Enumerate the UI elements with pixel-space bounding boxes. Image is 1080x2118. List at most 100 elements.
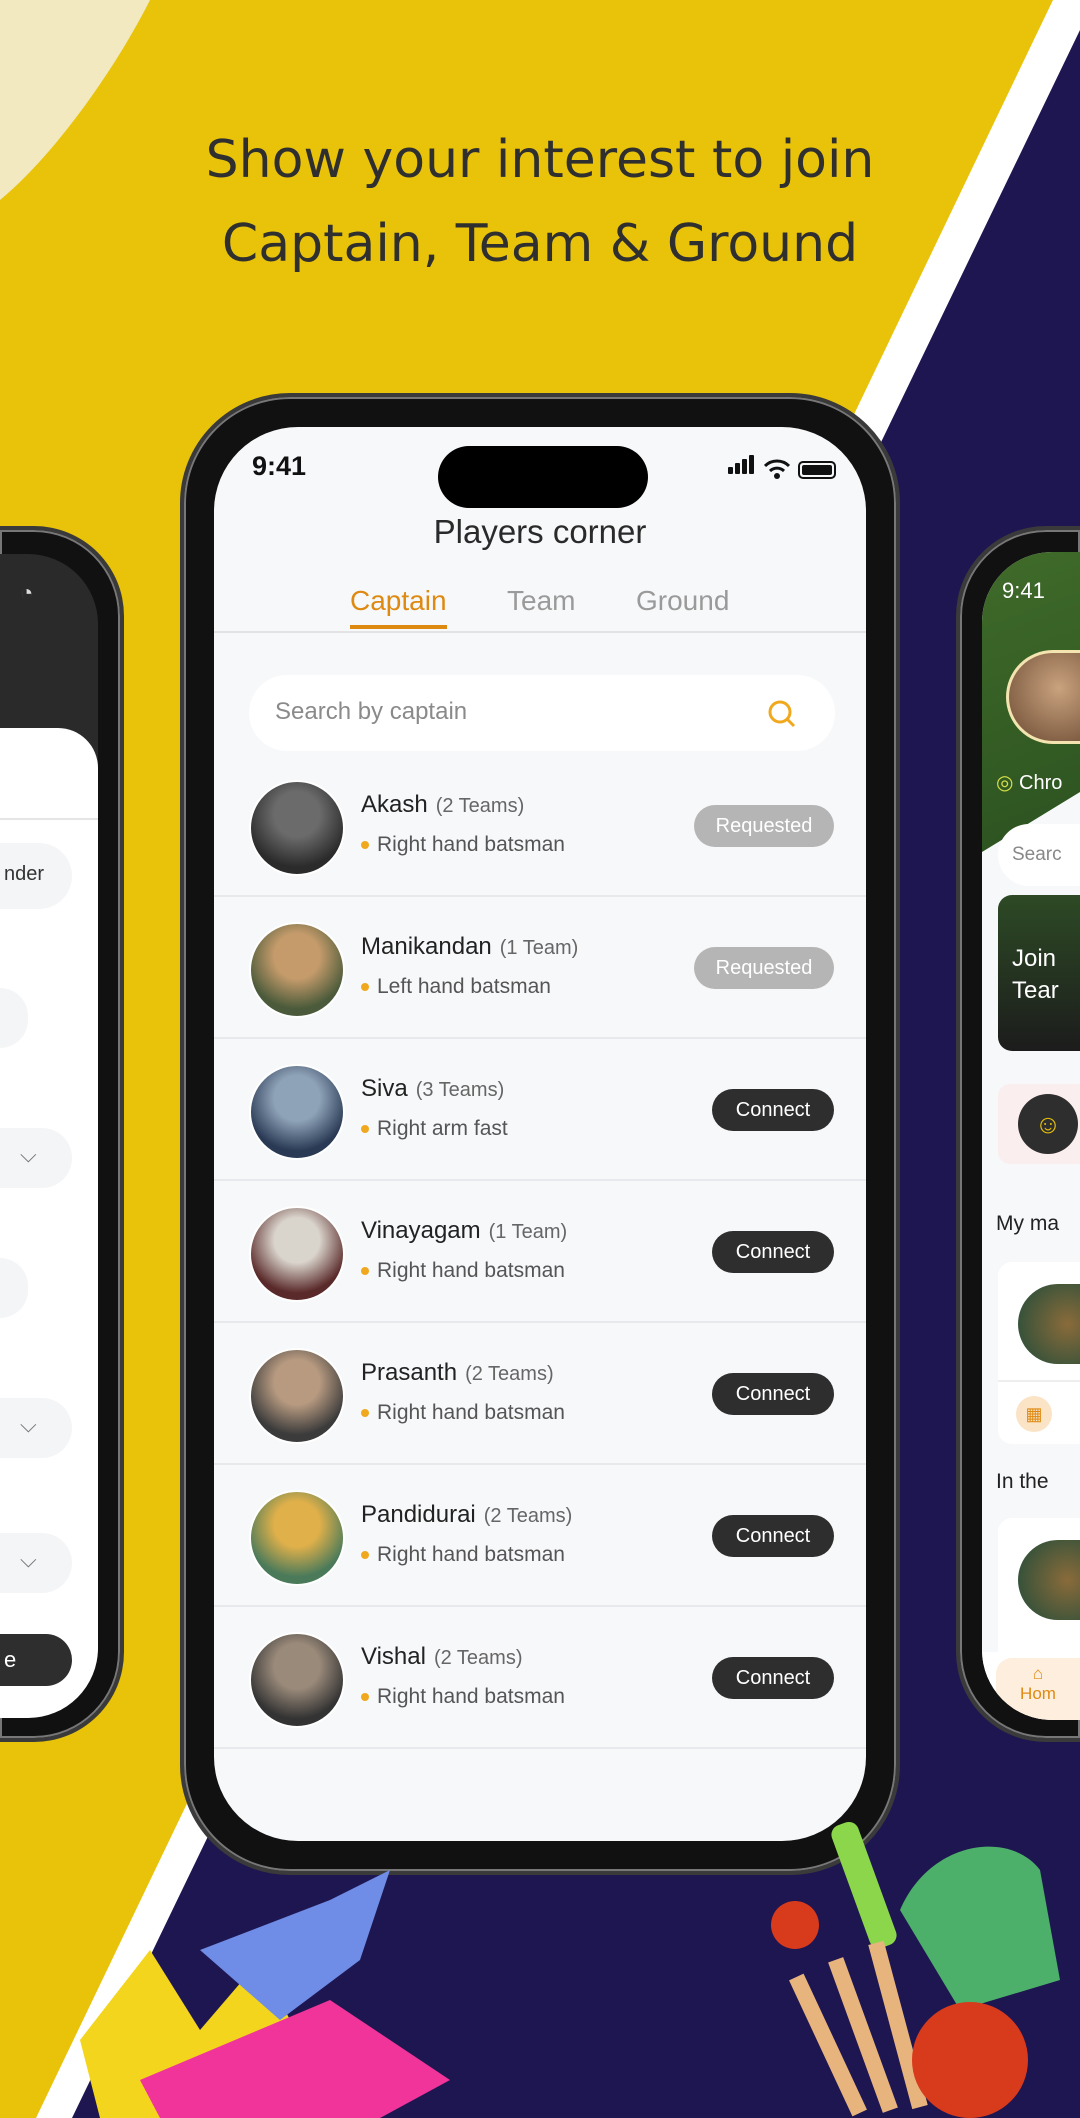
player-name-text: Vinayagam bbox=[361, 1217, 481, 1244]
player-name: Vishal (2 Teams) bbox=[361, 1643, 522, 1671]
player-name-text: Pandidurai bbox=[361, 1501, 476, 1528]
dot-icon bbox=[361, 1409, 369, 1418]
player-role-text: Right hand batsman bbox=[377, 833, 565, 856]
player-role: Left hand batsman bbox=[361, 975, 551, 999]
player-role: Right hand batsman bbox=[361, 833, 565, 857]
search-icon[interactable] bbox=[767, 699, 797, 729]
nav-home[interactable]: ⌂ Hom bbox=[996, 1658, 1080, 1720]
player-row[interactable]: Manikandan (1 Team) Left hand batsman Req… bbox=[214, 897, 866, 1039]
cricket-illustration bbox=[80, 1821, 1060, 2118]
dot-icon bbox=[361, 983, 369, 992]
team-count: (2 Teams) bbox=[483, 1505, 573, 1527]
wifi-icon: ◔ bbox=[20, 580, 34, 605]
dropdown[interactable]: ⌵ bbox=[0, 1398, 72, 1458]
player-row[interactable]: Vinayagam (1 Team) Right hand batsman Con… bbox=[214, 1181, 866, 1323]
dropdown[interactable]: ⌵ bbox=[0, 1533, 72, 1593]
tab-captain[interactable]: Captain bbox=[350, 585, 447, 629]
search-placeholder: Search by captain bbox=[275, 698, 468, 725]
avatar bbox=[249, 1206, 345, 1302]
player-name-text: Prasanth bbox=[361, 1359, 458, 1386]
player-name-text: Siva bbox=[361, 1075, 408, 1102]
status-time: 9:41 bbox=[252, 451, 307, 481]
player-name: Prasanth (2 Teams) bbox=[361, 1359, 554, 1387]
nav-home-label: Hom bbox=[1020, 1684, 1056, 1703]
player-role: Right hand batsman bbox=[361, 1259, 565, 1283]
requested-button[interactable]: Requested bbox=[694, 805, 834, 847]
battery-icon bbox=[798, 461, 836, 479]
player-row[interactable]: Siva (3 Teams) Right arm fast Connect bbox=[214, 1039, 866, 1181]
chevron-down-icon: ⌵ bbox=[20, 1142, 37, 1167]
status-time: 9:41 bbox=[1002, 578, 1045, 603]
player-role-text: Right hand batsman bbox=[377, 1401, 565, 1424]
input-field[interactable] bbox=[0, 988, 28, 1048]
dot-icon bbox=[361, 1551, 369, 1560]
wifi-icon bbox=[764, 459, 790, 479]
player-name: Vinayagam (1 Team) bbox=[361, 1217, 567, 1245]
location[interactable]: ◎ Chro bbox=[996, 770, 1062, 795]
dot-icon bbox=[361, 1125, 369, 1134]
tab-ground[interactable]: Ground bbox=[636, 585, 729, 617]
player-role-text: Right hand batsman bbox=[377, 1685, 565, 1708]
dropdown[interactable]: ⌵ bbox=[0, 1128, 72, 1188]
connect-button[interactable]: Connect bbox=[712, 1373, 834, 1415]
connect-button[interactable]: Connect bbox=[712, 1089, 834, 1131]
connect-button[interactable]: Connect bbox=[712, 1515, 834, 1557]
location-pin-icon: ◎ bbox=[996, 772, 1014, 794]
player-role-text: Left hand batsman bbox=[377, 975, 551, 998]
chevron-down-icon: ⌵ bbox=[20, 1412, 37, 1437]
player-row[interactable]: Vishal (2 Teams) Right hand batsman Conne… bbox=[214, 1607, 866, 1749]
player-role-text: Right arm fast bbox=[377, 1117, 508, 1140]
join-team-banner[interactable]: Join Tear bbox=[998, 895, 1080, 1051]
cricket-ball-icon bbox=[912, 2002, 1028, 2118]
search-input[interactable]: Search by captain bbox=[249, 675, 835, 751]
main-phone-mockup: 9:41 Players corner Captain Team Ground … bbox=[180, 393, 900, 1875]
home-icon: ⌂ bbox=[1032, 1664, 1044, 1683]
section-title: In the bbox=[996, 1470, 1049, 1493]
team-logo bbox=[1018, 1284, 1080, 1364]
avatar bbox=[249, 922, 345, 1018]
gender-chip[interactable]: nder bbox=[0, 843, 72, 909]
player-name-text: Vishal bbox=[361, 1643, 426, 1670]
dot-icon bbox=[361, 1267, 369, 1276]
search-input[interactable]: Searc bbox=[998, 824, 1080, 886]
headline-line-1: Show your interest to join bbox=[205, 130, 875, 190]
location-text: Chro bbox=[1019, 772, 1063, 794]
feature-card[interactable]: ☺ bbox=[998, 1084, 1080, 1164]
tab-bar: Captain Team Ground bbox=[214, 585, 866, 633]
right-phone-mockup: 9:41 ◎ Chro Searc Join Tear ☺ My ma ▦ In … bbox=[956, 526, 1080, 1742]
left-phone-screen: ◔ nder ⌵ ⌵ ⌵ e bbox=[0, 554, 98, 1718]
match-card[interactable] bbox=[998, 1518, 1080, 1668]
team-count: (2 Teams) bbox=[435, 795, 525, 817]
status-icons bbox=[728, 455, 836, 479]
player-role: Right arm fast bbox=[361, 1117, 508, 1141]
form-sheet: nder ⌵ ⌵ ⌵ e bbox=[0, 728, 98, 1718]
team-count: (1 Team) bbox=[499, 937, 579, 959]
main-phone-screen: 9:41 Players corner Captain Team Ground … bbox=[214, 427, 866, 1841]
headline-line-2: Captain, Team & Ground bbox=[221, 214, 859, 274]
input-field[interactable] bbox=[0, 1258, 28, 1318]
connect-button[interactable]: Connect bbox=[712, 1231, 834, 1273]
team-count: (2 Teams) bbox=[433, 1647, 523, 1669]
submit-button[interactable]: e bbox=[0, 1634, 72, 1686]
dot-icon bbox=[361, 1693, 369, 1702]
banner-line-2: Tear bbox=[1012, 977, 1059, 1004]
calendar-icon: ▦ bbox=[1016, 1396, 1052, 1432]
connect-button[interactable]: Connect bbox=[712, 1657, 834, 1699]
player-name-text: Akash bbox=[361, 791, 428, 818]
player-row[interactable]: Prasanth (2 Teams) Right hand batsman Con… bbox=[214, 1323, 866, 1465]
tab-team[interactable]: Team bbox=[507, 585, 575, 617]
player-name: Manikandan (1 Team) bbox=[361, 933, 578, 961]
player-name: Siva (3 Teams) bbox=[361, 1075, 504, 1103]
cricket-ball-icon bbox=[771, 1901, 819, 1949]
match-card[interactable]: ▦ bbox=[998, 1262, 1080, 1444]
player-name-text: Manikandan bbox=[361, 933, 492, 960]
team-count: (3 Teams) bbox=[415, 1079, 505, 1101]
team-logo bbox=[1018, 1540, 1080, 1620]
bat-icon bbox=[831, 1821, 897, 1949]
requested-button[interactable]: Requested bbox=[694, 947, 834, 989]
player-row[interactable]: Akash (2 Teams) Right hand batsman Reques… bbox=[214, 755, 866, 897]
player-row[interactable]: Pandidurai (2 Teams) Right hand batsman C… bbox=[214, 1465, 866, 1607]
dot-icon bbox=[361, 841, 369, 850]
player-role-text: Right hand batsman bbox=[377, 1543, 565, 1566]
avatar bbox=[249, 1348, 345, 1444]
